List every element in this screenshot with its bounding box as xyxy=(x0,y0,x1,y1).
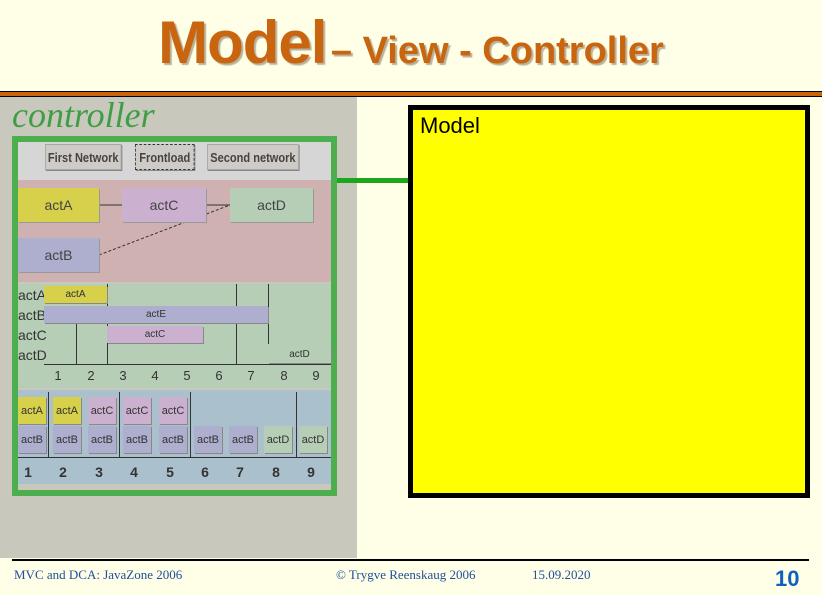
schedule-cell[interactable]: actB xyxy=(18,426,46,453)
schedule-divider xyxy=(190,392,191,457)
gantt-tick: 5 xyxy=(183,368,191,383)
schedule-cell[interactable]: actB xyxy=(123,426,151,453)
gantt-tick: 8 xyxy=(280,368,288,383)
schedule-number: 7 xyxy=(236,464,244,480)
gantt-tick: 6 xyxy=(215,368,223,383)
footer-rule xyxy=(12,559,809,561)
gantt-row-label: actB xyxy=(18,307,47,323)
gantt-tick: 4 xyxy=(151,368,159,383)
gantt-divider xyxy=(268,284,269,344)
schedule-cell[interactable]: actB xyxy=(229,426,257,453)
schedule-cell[interactable]: actD xyxy=(299,426,327,453)
gantt-tick: 2 xyxy=(87,368,95,383)
slide: Model – View - Controller controller Fir… xyxy=(0,0,822,595)
gantt-row-label: actC xyxy=(18,327,47,343)
schedule-cell[interactable]: actA xyxy=(53,397,81,424)
gantt-divider xyxy=(236,284,237,364)
gantt-divider xyxy=(107,284,108,364)
schedule-cell[interactable]: actC xyxy=(88,397,116,424)
gantt-bar-actD[interactable]: actD xyxy=(268,346,331,363)
schedule-cell[interactable]: actB xyxy=(88,426,116,453)
controller-model-connector xyxy=(337,178,408,183)
model-label: Model xyxy=(420,113,480,138)
page-number: 10 xyxy=(775,566,800,591)
schedule-cell[interactable]: actB xyxy=(53,426,81,453)
schedule-number: 5 xyxy=(166,464,174,480)
schedule-divider xyxy=(296,392,297,457)
schedule-cell[interactable]: actC xyxy=(159,397,187,424)
schedule-axis xyxy=(18,457,331,458)
schedule-divider xyxy=(119,392,120,457)
gantt-divider xyxy=(76,324,77,364)
schedule-number: 3 xyxy=(95,464,103,480)
schedule-number: 6 xyxy=(201,464,209,480)
schedule-cell[interactable]: actB xyxy=(194,426,222,453)
model-box xyxy=(408,105,810,498)
gantt-tick: 7 xyxy=(247,368,255,383)
schedule-number: 8 xyxy=(272,464,280,480)
schedule-number: 9 xyxy=(307,464,315,480)
schedule-divider xyxy=(48,392,49,457)
schedule-number: 2 xyxy=(59,464,67,480)
node-actB[interactable]: actB xyxy=(18,238,99,272)
schedule-cell[interactable]: actB xyxy=(159,426,187,453)
gantt-row-label: actD xyxy=(18,347,47,363)
footer-left: MVC and DCA: JavaZone 2006 xyxy=(14,567,183,582)
node-actA[interactable]: actA xyxy=(18,188,99,222)
gantt-row-label: actA xyxy=(18,287,47,303)
schedule-number: 4 xyxy=(130,464,138,480)
schedule-cell[interactable]: actA xyxy=(18,397,46,424)
schedule-number: 1 xyxy=(24,464,32,480)
gantt-tick: 9 xyxy=(312,368,320,383)
title-rest: – View - Controller xyxy=(330,30,664,72)
schedule-cell[interactable]: actC xyxy=(123,397,151,424)
gantt-bar-actC[interactable]: actC xyxy=(107,326,203,343)
footer-copyright: © Trygve Reenskaug 2006 xyxy=(336,567,476,582)
gantt-bar-actA[interactable]: actA xyxy=(44,286,107,303)
gantt-tick: 1 xyxy=(54,368,62,383)
gantt-tick: 3 xyxy=(119,368,127,383)
node-actC[interactable]: actC xyxy=(122,188,206,222)
node-actD[interactable]: actD xyxy=(230,188,313,222)
gantt-bar-actB[interactable]: actE xyxy=(44,306,268,323)
schedule-cell[interactable]: actD xyxy=(264,426,292,453)
gantt-axis xyxy=(44,364,331,365)
footer-date: 15.09.2020 xyxy=(532,567,591,582)
